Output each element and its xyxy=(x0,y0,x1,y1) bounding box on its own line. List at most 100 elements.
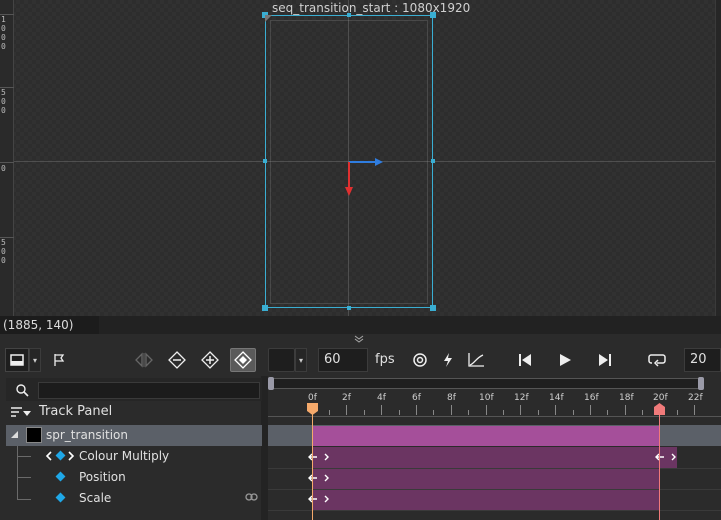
remove-keyframe-button[interactable] xyxy=(165,348,189,372)
track-type-dropdown[interactable] xyxy=(268,348,295,372)
play-button[interactable] xyxy=(554,348,576,372)
ruler-tick xyxy=(520,405,521,415)
prev-keyframe-icon[interactable] xyxy=(45,451,53,461)
ruler-label: 8f xyxy=(447,393,456,403)
sort-icon xyxy=(11,407,31,417)
ruler-tick xyxy=(0,14,14,15)
ruler-tick xyxy=(329,410,330,415)
ruler-label: 16f xyxy=(584,393,599,403)
track-label: Colour Multiply xyxy=(79,449,170,463)
reference-button[interactable] xyxy=(410,348,430,372)
ruler-tick xyxy=(364,410,365,415)
layout-dropdown-arrow[interactable]: ▾ xyxy=(29,348,41,372)
ruler-tick xyxy=(451,405,452,415)
curve-icon xyxy=(468,353,484,367)
panel-divider[interactable] xyxy=(261,376,268,520)
ruler-tick xyxy=(590,405,591,415)
track-row-scale[interactable] xyxy=(6,488,262,509)
ruler-label: 6f xyxy=(412,393,421,403)
panel-layout-icon xyxy=(10,354,24,366)
ruler-label: 5 0 0 xyxy=(1,88,6,115)
keyframe-marker-icon[interactable] xyxy=(654,452,678,462)
resize-handle-bottom-left[interactable] xyxy=(262,305,268,311)
playhead-handle-icon[interactable] xyxy=(306,402,319,416)
marker-button[interactable] xyxy=(48,348,70,372)
end-marker-line xyxy=(659,412,660,520)
transform-gizmo-icon[interactable] xyxy=(340,150,390,200)
ruler-tick xyxy=(346,405,347,415)
resize-handle-right[interactable] xyxy=(431,159,435,163)
resize-handle-top-right[interactable] xyxy=(430,12,436,18)
loop-button[interactable] xyxy=(646,348,668,372)
ruler-label: 18f xyxy=(619,393,634,403)
track-type-dropdown-arrow[interactable]: ▾ xyxy=(295,348,307,372)
add-keyframe-icon xyxy=(201,351,219,369)
keyframe-marker-icon[interactable] xyxy=(307,473,331,483)
status-bar xyxy=(0,316,721,334)
sprite-clip[interactable] xyxy=(312,426,659,446)
ruler-tick xyxy=(694,405,695,415)
timeline-scrollbar[interactable] xyxy=(268,378,704,389)
ruler-label: 2f xyxy=(342,393,351,403)
tree-line xyxy=(17,456,31,457)
vertical-ruler: 1 0 0 0 5 0 0 0 5 0 0 xyxy=(0,0,14,316)
sprite-thumbnail xyxy=(26,427,42,443)
event-button[interactable] xyxy=(438,348,458,372)
next-keyframe-icon[interactable] xyxy=(67,451,75,461)
skip-to-start-button[interactable] xyxy=(514,348,536,372)
ruler-tick xyxy=(0,237,14,238)
link-icon[interactable] xyxy=(245,493,258,501)
fps-input[interactable]: 60 xyxy=(318,348,368,372)
skip-end-icon xyxy=(599,354,611,366)
resize-handle-bottom-right[interactable] xyxy=(430,305,436,311)
flag-icon xyxy=(54,354,65,366)
track-label: Scale xyxy=(79,491,112,505)
playhead-line xyxy=(312,412,313,520)
ruler-tick xyxy=(555,405,556,415)
panel-layout-button[interactable] xyxy=(5,348,29,372)
resize-handle-top[interactable] xyxy=(347,13,351,17)
track-row-position[interactable] xyxy=(6,467,262,488)
track-search-input[interactable] xyxy=(38,382,260,399)
ruler-label: 5 0 0 xyxy=(1,238,6,265)
skip-to-end-button[interactable] xyxy=(594,348,616,372)
frame-title: seq_transition_start : 1080x1920 xyxy=(272,1,471,15)
resize-handle-bottom[interactable] xyxy=(347,306,351,310)
scroll-handle-right[interactable] xyxy=(698,377,704,390)
colour-multiply-clip[interactable] xyxy=(312,447,677,468)
resize-handle-left[interactable] xyxy=(263,159,267,163)
ruler-label: 0 xyxy=(1,164,6,173)
cursor-coordinates: (1885, 140) xyxy=(0,316,99,334)
row-divider xyxy=(268,510,721,511)
fps-label: fps xyxy=(375,352,395,367)
keyframe-marker-icon[interactable] xyxy=(307,494,331,504)
end-marker-handle-icon[interactable] xyxy=(653,402,666,416)
add-keyframe-button[interactable] xyxy=(198,348,222,372)
keyframe-marker-icon[interactable] xyxy=(307,452,331,462)
ruler-baseline xyxy=(268,416,721,417)
tree-line xyxy=(17,499,31,500)
split-button[interactable] xyxy=(132,348,156,372)
ruler-tick xyxy=(0,87,14,88)
ruler-tick xyxy=(433,410,434,415)
position-clip[interactable] xyxy=(312,469,659,489)
curve-editor-button[interactable] xyxy=(465,348,487,372)
scroll-handle-left[interactable] xyxy=(268,377,274,390)
sort-button[interactable] xyxy=(10,405,32,424)
ruler-tick xyxy=(399,410,400,415)
record-keyframe-button[interactable] xyxy=(230,348,256,372)
search-button[interactable] xyxy=(6,380,38,400)
origin-corner-icon xyxy=(265,15,272,22)
track-row-spr-transition[interactable] xyxy=(6,425,262,446)
scale-clip[interactable] xyxy=(312,490,659,510)
ruler-tick xyxy=(538,410,539,415)
ruler-tick xyxy=(573,410,574,415)
ruler-label: 10f xyxy=(479,393,494,403)
track-label: Position xyxy=(79,470,126,484)
track-panel-title: Track Panel xyxy=(39,404,113,419)
end-frame-input[interactable]: 20 xyxy=(684,348,721,372)
ruler-tick xyxy=(642,410,643,415)
expand-triangle-icon[interactable] xyxy=(10,430,20,440)
sequence-canvas[interactable]: 1 0 0 0 5 0 0 0 5 0 0 seq_transition_sta… xyxy=(0,0,721,316)
tree-line xyxy=(17,477,31,478)
